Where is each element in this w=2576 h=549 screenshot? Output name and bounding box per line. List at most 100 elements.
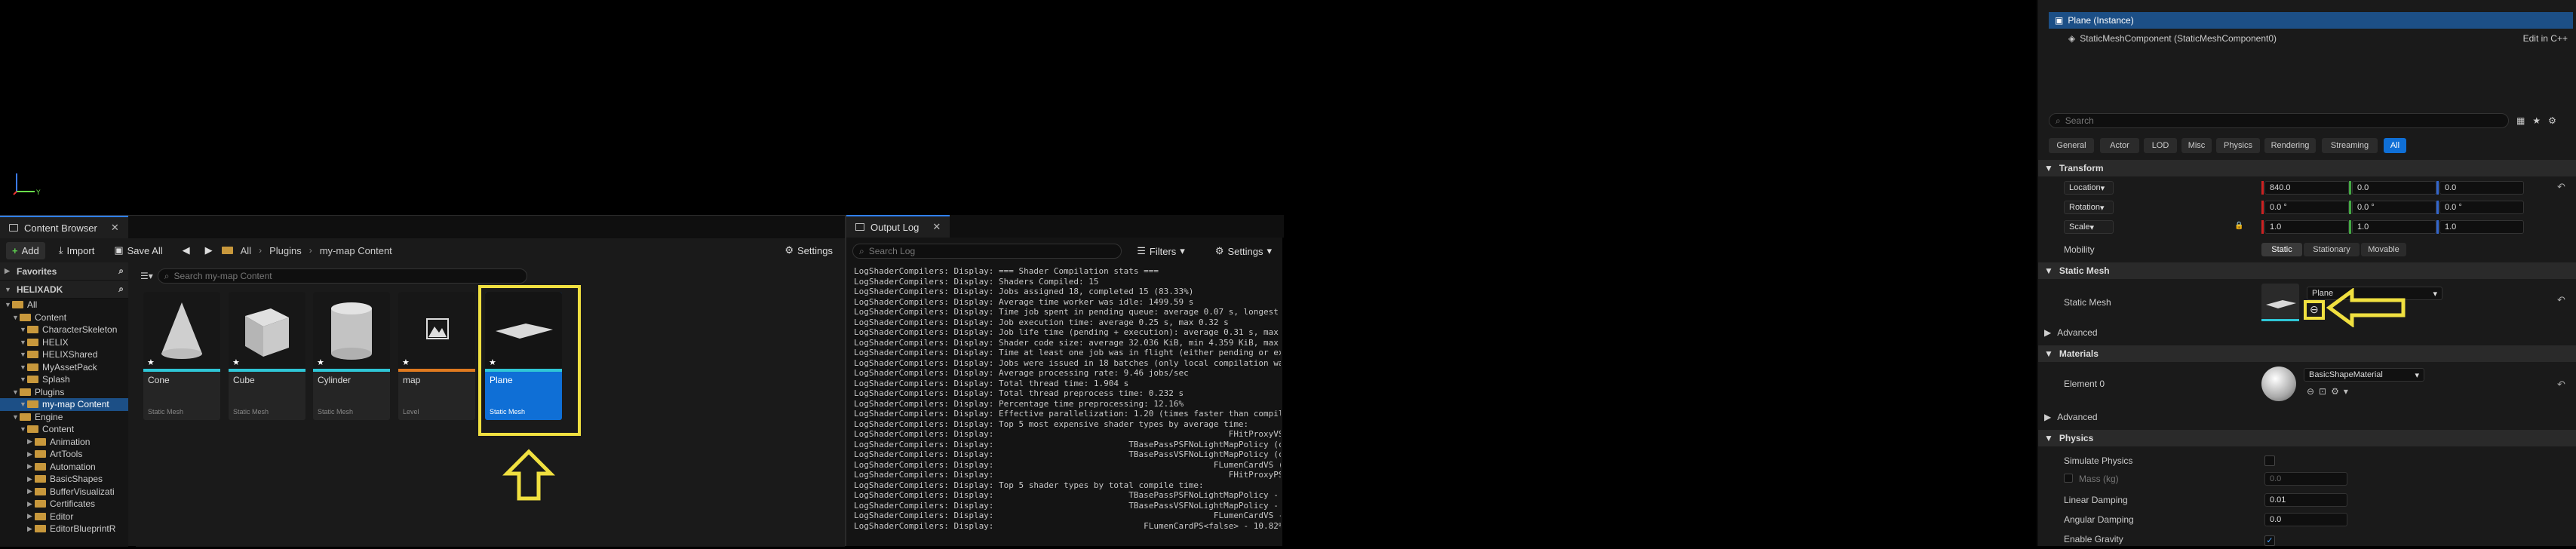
- transform-category[interactable]: ▼ Transform: [2038, 160, 2576, 176]
- folder-tree-item[interactable]: ▶ Animation: [0, 436, 128, 449]
- component-root[interactable]: ▣ Plane (Instance): [2049, 12, 2573, 29]
- chevron-down-icon[interactable]: ▼: [5, 301, 12, 308]
- breadcrumb-plugins[interactable]: Plugins: [269, 245, 302, 256]
- favorites-section[interactable]: ▶ Favorites ⌕: [0, 262, 128, 281]
- physics-category[interactable]: ▼ Physics: [2038, 430, 2576, 446]
- material-thumbnail[interactable]: [2261, 367, 2296, 401]
- log-settings-button[interactable]: ⚙ Settings ▾: [1209, 242, 1278, 260]
- close-icon[interactable]: ✕: [111, 222, 119, 234]
- filter-tab[interactable]: General: [2049, 138, 2094, 153]
- mobility-option[interactable]: Movable: [2361, 243, 2406, 256]
- settings-button[interactable]: ⚙ Settings: [778, 241, 839, 259]
- folder-tree-item[interactable]: ▶ BufferVisualizati: [0, 486, 128, 498]
- lock-icon[interactable]: 🔒: [2234, 222, 2243, 230]
- folder-tree-item[interactable]: ▶ Certificates: [0, 498, 128, 511]
- folder-tree-item[interactable]: ▼ HELIX: [0, 336, 128, 349]
- save-all-button[interactable]: ▣ Save All: [108, 241, 168, 259]
- scale-field[interactable]: 1.0: [2264, 220, 2349, 234]
- filter-tab[interactable]: Misc: [2181, 138, 2212, 153]
- filter-tab[interactable]: Streaming: [2322, 138, 2378, 153]
- details-search-input[interactable]: ⌕ Search: [2049, 113, 2509, 128]
- enable-gravity-checkbox[interactable]: ✓: [2264, 535, 2275, 546]
- scale-label[interactable]: Scale ▾: [2064, 220, 2114, 234]
- star-icon[interactable]: ★: [317, 357, 324, 367]
- reset-icon[interactable]: ↶: [2557, 294, 2565, 306]
- import-button[interactable]: ⤓ Import: [53, 241, 101, 259]
- scale-field[interactable]: 1.0: [2439, 220, 2524, 234]
- advanced2-row[interactable]: ▶ Advanced: [2038, 410, 2576, 424]
- chevron-right-icon[interactable]: ▶: [27, 487, 35, 495]
- reset-icon[interactable]: ↶: [2557, 181, 2565, 193]
- rotation-field[interactable]: 0.0 °: [2439, 201, 2524, 214]
- project-section[interactable]: ▼ HELIXADK ⌕: [0, 281, 128, 299]
- star-icon[interactable]: ★: [402, 357, 410, 367]
- search-icon[interactable]: ⌕: [118, 284, 124, 295]
- filter-icon[interactable]: ☰▾: [140, 271, 153, 281]
- filter-tab[interactable]: Rendering: [2264, 138, 2316, 153]
- asset-tile[interactable]: ★ Cone Static Mesh: [143, 292, 220, 420]
- chevron-right-icon[interactable]: ▶: [27, 525, 35, 533]
- chevron-down-icon[interactable]: ▼: [12, 388, 20, 396]
- chevron-right-icon[interactable]: ▶: [27, 475, 35, 483]
- location-label[interactable]: Location ▾: [2064, 181, 2114, 195]
- folder-tree-item[interactable]: ▼ my-map Content: [0, 398, 128, 411]
- level-viewport[interactable]: Y: [0, 0, 2037, 215]
- edit-in-cpp-link[interactable]: Edit in C++: [2523, 33, 2568, 44]
- breadcrumb-my-map-content[interactable]: my-map Content: [320, 245, 392, 256]
- material-select[interactable]: BasicShapeMaterial ▾: [2304, 368, 2424, 382]
- filters-button[interactable]: ☰ Filters ▾: [1131, 242, 1191, 260]
- forward-button[interactable]: ▶: [204, 241, 214, 259]
- folder-tree-item[interactable]: ▼ Plugins: [0, 386, 128, 399]
- chevron-down-icon[interactable]: ▼: [20, 400, 27, 408]
- filter-tab[interactable]: Physics: [2216, 138, 2260, 153]
- tab-output-log[interactable]: Output Log ✕: [846, 215, 950, 238]
- mass-override-checkbox[interactable]: [2064, 474, 2073, 483]
- location-field[interactable]: 0.0: [2439, 181, 2524, 195]
- asset-search-input[interactable]: ⌕ Search my-map Content: [157, 268, 527, 284]
- chevron-right-icon[interactable]: ▶: [27, 437, 35, 446]
- chevron-down-icon[interactable]: ▼: [20, 425, 27, 433]
- rotation-label[interactable]: Rotation ▾: [2064, 201, 2114, 214]
- log-search-input[interactable]: ⌕ Search Log: [852, 244, 1122, 259]
- folder-tree-item[interactable]: ▼ CharacterSkeleton: [0, 324, 128, 336]
- mobility-option[interactable]: Static: [2261, 243, 2302, 256]
- chevron-down-icon[interactable]: ▼: [20, 376, 27, 383]
- rotation-field[interactable]: 0.0 °: [2264, 201, 2349, 214]
- folder-tree-item[interactable]: ▶ ArtTools: [0, 448, 128, 461]
- folder-tree-item[interactable]: ▶ BasicShapes: [0, 473, 128, 486]
- tab-content-browser[interactable]: Content Browser ✕: [0, 216, 128, 238]
- linear-damping-field[interactable]: 0.01: [2264, 493, 2347, 507]
- search-icon[interactable]: ⌕: [118, 265, 124, 277]
- static-mesh-thumbnail[interactable]: [2261, 284, 2299, 321]
- chevron-down-icon[interactable]: ▼: [12, 413, 20, 421]
- folder-tree-item[interactable]: ▼ Engine: [0, 411, 128, 424]
- filter-tab[interactable]: All: [2384, 138, 2406, 153]
- star-icon[interactable]: ★: [2532, 115, 2541, 126]
- material-actions-icon[interactable]: ⊖⊡⚙▾: [2307, 386, 2353, 397]
- gear-icon[interactable]: ⚙: [2548, 115, 2556, 126]
- chevron-down-icon[interactable]: ▼: [20, 339, 27, 346]
- chevron-down-icon[interactable]: ▼: [12, 314, 20, 321]
- folder-tree-item[interactable]: ▼ Content: [0, 311, 128, 324]
- filter-tab[interactable]: LOD: [2144, 138, 2177, 153]
- folder-tree-item[interactable]: ▶ Automation: [0, 461, 128, 474]
- static-mesh-category[interactable]: ▼ Static Mesh: [2038, 262, 2576, 279]
- location-field[interactable]: 840.0: [2264, 181, 2349, 195]
- folder-tree-item[interactable]: ▼ Content: [0, 423, 128, 436]
- asset-tile[interactable]: ★ map Level: [398, 292, 475, 420]
- reset-icon[interactable]: ↶: [2557, 379, 2565, 391]
- mobility-option[interactable]: Stationary: [2304, 243, 2360, 256]
- angular-damping-field[interactable]: 0.0: [2264, 513, 2347, 526]
- folder-tree-item[interactable]: ▶ EditorBlueprintR: [0, 523, 128, 535]
- mass-field[interactable]: 0.0: [2264, 472, 2347, 486]
- chevron-right-icon[interactable]: ▶: [27, 450, 35, 459]
- table-view-icon[interactable]: ▦: [2516, 115, 2525, 126]
- folder-tree-item[interactable]: ▼ HELIXShared: [0, 348, 128, 361]
- component-item[interactable]: ◈ StaticMeshComponent (StaticMeshCompone…: [2068, 29, 2574, 48]
- back-button[interactable]: ◀: [177, 241, 196, 259]
- chevron-down-icon[interactable]: ▼: [20, 351, 27, 358]
- folder-tree-item[interactable]: ▼ Splash: [0, 373, 128, 386]
- chevron-right-icon[interactable]: ▶: [27, 512, 35, 520]
- add-button[interactable]: + Add: [6, 241, 45, 259]
- breadcrumb-all[interactable]: All: [241, 245, 251, 256]
